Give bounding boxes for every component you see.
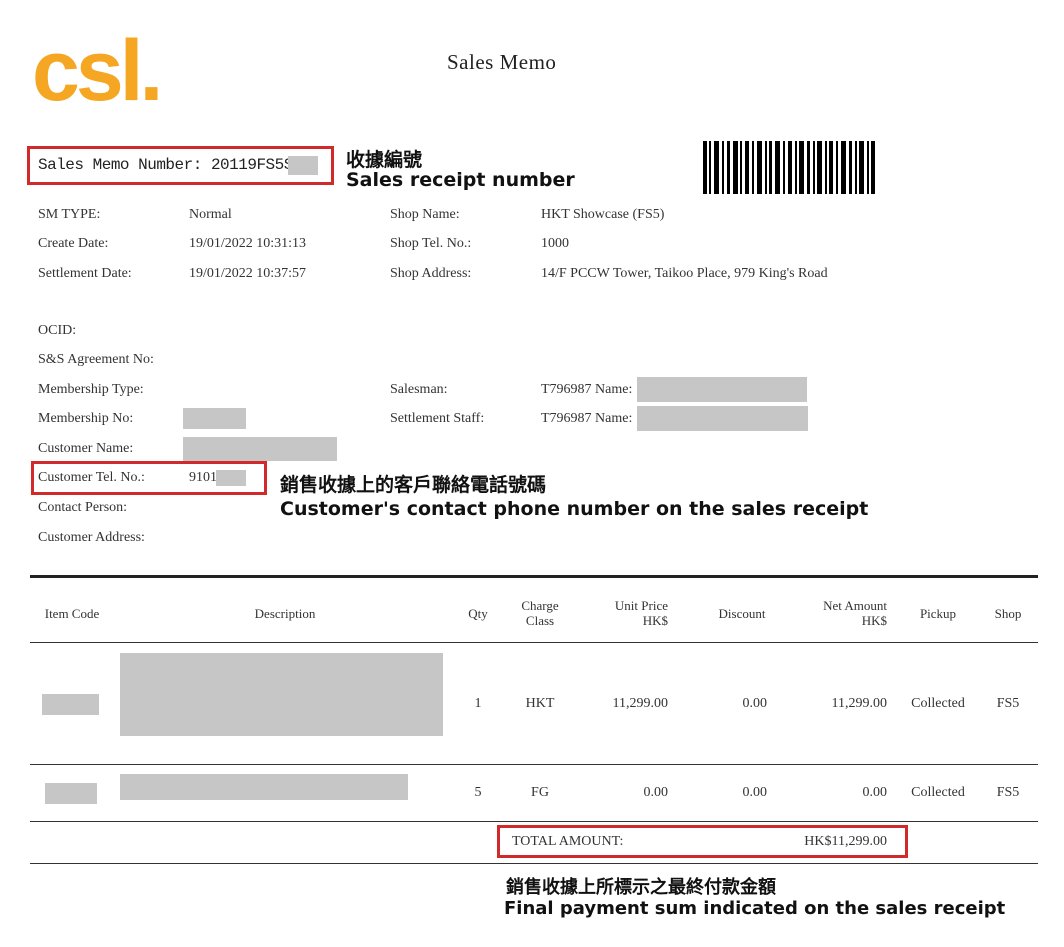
table-top-rule bbox=[30, 575, 1038, 578]
ss-agreement-label: S&S Agreement No: bbox=[38, 352, 154, 367]
memo-number: Sales Memo Number: 20119FS5SB bbox=[38, 156, 302, 174]
annotation-phone-en: Customer's contact phone number on the s… bbox=[280, 498, 869, 520]
settlement-staff-value: T796987 Name: bbox=[541, 411, 633, 426]
memo-number-label: Sales Memo Number: bbox=[38, 156, 202, 174]
settlement-date-value: 19/01/2022 10:37:57 bbox=[189, 266, 307, 281]
annotation-total-zh: 銷售收據上所標示之最終付款金額 bbox=[506, 877, 776, 898]
csl-logo: csl. bbox=[32, 23, 163, 119]
row2-discount: 0.00 bbox=[742, 785, 768, 800]
col-header-qty: Qty bbox=[468, 606, 488, 621]
shop-address-value: 14/F PCCW Tower, Taikoo Place, 979 King'… bbox=[541, 266, 828, 281]
shop-address-label: Shop Address: bbox=[390, 266, 472, 281]
net-amount-line-1: Net Amount bbox=[823, 598, 887, 613]
row1-qty: 1 bbox=[474, 696, 482, 711]
create-date-label: Create Date: bbox=[38, 236, 109, 251]
annotation-total-en: Final payment sum indicated on the sales… bbox=[504, 898, 1006, 919]
annotation-phone-zh: 銷售收據上的客戶聯絡電話號碼 bbox=[280, 474, 547, 496]
contact-person-label: Contact Person: bbox=[38, 500, 128, 515]
row1-net-amount: 11,299.00 bbox=[831, 696, 887, 711]
salesman-value: T796987 Name: bbox=[541, 382, 633, 397]
charge-class-line-2: Class bbox=[525, 613, 555, 628]
row1-unit-price: 11,299.00 bbox=[612, 696, 668, 711]
row1-discount: 0.00 bbox=[742, 696, 768, 711]
col-header-description: Description bbox=[254, 606, 316, 621]
page-title: Sales Memo bbox=[447, 50, 557, 74]
total-amount-value: HK$11,299.00 bbox=[804, 834, 887, 849]
header-bottom-rule bbox=[30, 642, 1038, 643]
row-divider bbox=[30, 821, 1038, 822]
barcode bbox=[703, 141, 875, 194]
col-header-discount: Discount bbox=[718, 606, 766, 621]
row1-charge-class: HKT bbox=[525, 696, 555, 711]
unit-price-line-1: Unit Price bbox=[614, 598, 668, 613]
total-amount-label: TOTAL AMOUNT: bbox=[512, 834, 624, 849]
redacted-customer-tel bbox=[216, 470, 246, 486]
customer-tel-label: Customer Tel. No.: bbox=[38, 470, 145, 485]
shop-name-value: HKT Showcase (FS5) bbox=[541, 207, 665, 222]
customer-tel-value: 9101 bbox=[189, 470, 217, 485]
row1-shop: FS5 bbox=[996, 696, 1020, 711]
membership-type-label: Membership Type: bbox=[38, 382, 144, 397]
row-divider bbox=[30, 764, 1038, 765]
redacted-item-code bbox=[42, 694, 99, 715]
sm-type-value: Normal bbox=[189, 207, 232, 222]
customer-address-label: Customer Address: bbox=[38, 530, 145, 545]
col-header-unit-price: Unit Price HK$ bbox=[590, 598, 668, 628]
redacted-customer-name bbox=[183, 437, 337, 461]
net-amount-line-2: HK$ bbox=[861, 613, 887, 628]
salesman-label: Salesman: bbox=[390, 382, 448, 397]
shop-name-label: Shop Name: bbox=[390, 207, 460, 222]
settlement-date-label: Settlement Date: bbox=[38, 266, 132, 281]
redacted-salesman-name bbox=[637, 377, 807, 402]
col-header-pickup: Pickup bbox=[919, 606, 957, 621]
redacted-item-code bbox=[45, 783, 97, 804]
row2-pickup: Collected bbox=[911, 785, 965, 800]
col-header-item-code: Item Code bbox=[44, 606, 100, 621]
col-header-net-amount: Net Amount HK$ bbox=[800, 598, 887, 628]
unit-price-line-2: HK$ bbox=[642, 613, 668, 628]
col-header-charge-class: Charge Class bbox=[510, 598, 570, 628]
membership-no-label: Membership No: bbox=[38, 411, 134, 426]
col-header-shop: Shop bbox=[994, 606, 1022, 621]
ocid-label: OCID: bbox=[38, 323, 77, 338]
row2-qty: 5 bbox=[474, 785, 482, 800]
annotation-receipt-no-zh: 收據編號 bbox=[346, 149, 423, 171]
row2-shop: FS5 bbox=[996, 785, 1020, 800]
redacted-memo-suffix bbox=[288, 156, 318, 175]
create-date-value: 19/01/2022 10:31:13 bbox=[189, 236, 307, 251]
redacted-settlement-staff-name bbox=[637, 406, 808, 431]
sm-type-label: SM TYPE: bbox=[38, 207, 101, 222]
redacted-description bbox=[120, 774, 408, 800]
row2-net-amount: 0.00 bbox=[862, 785, 888, 800]
shop-tel-label: Shop Tel. No.: bbox=[390, 236, 472, 251]
shop-tel-value: 1000 bbox=[541, 236, 569, 251]
settlement-staff-label: Settlement Staff: bbox=[390, 411, 485, 426]
customer-name-label: Customer Name: bbox=[38, 441, 134, 456]
total-bottom-rule bbox=[30, 863, 1038, 864]
row1-pickup: Collected bbox=[911, 696, 965, 711]
row2-charge-class: FG bbox=[531, 785, 549, 800]
row2-unit-price: 0.00 bbox=[643, 785, 669, 800]
charge-class-line-1: Charge bbox=[521, 598, 559, 613]
annotation-receipt-no-en: Sales receipt number bbox=[346, 169, 575, 191]
redacted-description bbox=[120, 653, 443, 736]
redacted-membership-no bbox=[183, 408, 246, 429]
